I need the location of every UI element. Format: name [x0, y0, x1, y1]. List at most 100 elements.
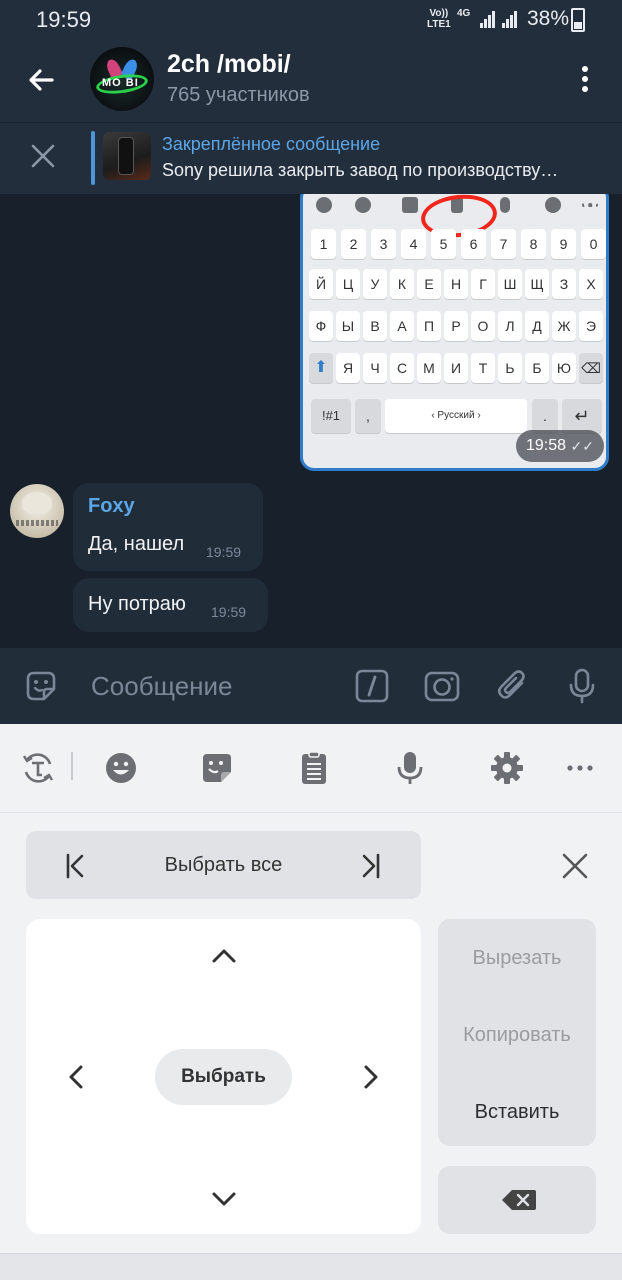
mini-letter-key: Х	[579, 269, 603, 299]
divider	[71, 752, 73, 780]
signal-strength-icon	[480, 10, 496, 28]
gear-icon	[491, 752, 523, 784]
clipboard-actions: Вырезать Копировать Вставить	[438, 919, 596, 1146]
mini-letter-key: Б	[525, 353, 549, 383]
camera-button[interactable]	[423, 667, 461, 705]
pinned-message-bar[interactable]: Закреплённое сообщение Sony решила закры…	[0, 122, 622, 194]
message-bubble[interactable]: Ну потраю 19:59	[73, 578, 268, 632]
paste-button[interactable]: Вставить	[438, 1101, 596, 1124]
mini-letter-key: А	[390, 311, 414, 341]
microphone-icon	[569, 668, 595, 704]
mini-space-key: ‹ Русский ›	[385, 399, 527, 433]
emoji-button[interactable]	[103, 750, 139, 786]
cursor-right-button[interactable]	[356, 1062, 386, 1092]
mini-letter-key: П	[417, 311, 441, 341]
chevron-left-icon	[69, 1065, 83, 1089]
bot-commands-button[interactable]	[353, 667, 391, 705]
member-count: 765 участников	[167, 84, 310, 106]
attach-button[interactable]	[494, 667, 532, 705]
cursor-up-button[interactable]	[209, 941, 239, 971]
paperclip-icon	[497, 670, 525, 699]
mini-comma-key: ,	[355, 399, 381, 433]
close-edit-panel-button[interactable]	[560, 851, 590, 881]
mini-letter-key: Т	[471, 353, 495, 383]
clipboard-icon	[302, 751, 326, 784]
mini-letter-key: Й	[309, 269, 333, 299]
message-composer: Сообщение	[0, 648, 622, 724]
mini-backspace-key: ⌫	[579, 353, 603, 383]
mini-letter-key: Ы	[336, 311, 360, 341]
signal-strength-icon	[502, 10, 518, 28]
select-all-bar: Выбрать все	[26, 831, 421, 899]
more-icon	[567, 765, 593, 771]
mini-letter-key: У	[363, 269, 387, 299]
cursor-to-end-button[interactable]	[358, 851, 382, 881]
mini-letter-key: И	[444, 353, 468, 383]
translate-button[interactable]	[20, 750, 56, 786]
mini-digit-key: 2	[341, 229, 366, 259]
mini-letter-key: Д	[525, 311, 549, 341]
image-timestamp: 19:58 ✓✓	[516, 430, 604, 462]
sticker-button[interactable]	[22, 667, 60, 705]
message-time: 19:59	[211, 604, 247, 620]
mini-letter-key: Г	[471, 269, 495, 299]
cut-button[interactable]: Вырезать	[438, 947, 596, 970]
keyboard-more-button[interactable]	[562, 750, 598, 786]
chevron-right-icon	[364, 1065, 378, 1089]
mini-symbols-key: !#1	[311, 399, 351, 433]
message-sender[interactable]: Foxy	[88, 495, 135, 518]
translate-icon	[316, 197, 332, 213]
jump-to-end-icon	[362, 853, 380, 879]
chat-title[interactable]: 2ch /mobi/	[167, 50, 291, 79]
mini-letter-key: Ю	[552, 353, 576, 383]
delete-button[interactable]	[438, 1166, 596, 1234]
message-text: Ну потраю	[88, 593, 186, 615]
emoji-icon	[106, 753, 136, 783]
sticker-icon	[203, 754, 231, 782]
microphone-icon	[500, 197, 510, 213]
mini-enter-key: ↵	[562, 399, 602, 433]
message-input[interactable]: Сообщение	[91, 671, 233, 702]
cursor-down-button[interactable]	[209, 1184, 239, 1214]
message-bubble[interactable]: Foxy Да, нашел 19:59	[73, 483, 263, 571]
back-button[interactable]	[22, 60, 62, 100]
keyboard-toolbar	[0, 724, 622, 813]
more-menu-button[interactable]	[574, 62, 596, 102]
translate-icon	[22, 753, 54, 783]
mini-letter-key: Я	[336, 353, 360, 383]
group-avatar[interactable]: MO BI	[90, 47, 154, 111]
mini-letter-key: К	[390, 269, 414, 299]
voice-input-button[interactable]	[392, 750, 428, 786]
mini-letter-key: Ч	[363, 353, 387, 383]
mini-letter-key: М	[417, 353, 441, 383]
mini-letter-key: О	[471, 311, 495, 341]
network-type: 4G	[457, 8, 471, 19]
emoji-icon	[355, 197, 371, 213]
status-time: 19:59	[36, 7, 92, 32]
pinned-thumbnail	[103, 132, 151, 180]
copy-button[interactable]: Копировать	[438, 1024, 596, 1047]
pinned-accent-line	[91, 131, 95, 185]
clipboard-button[interactable]	[296, 750, 332, 786]
sticker-icon	[26, 671, 56, 701]
voice-button[interactable]	[563, 667, 601, 705]
backspace-icon	[502, 1190, 536, 1210]
mini-letter-key: Л	[498, 311, 522, 341]
mini-letter-key: Ф	[309, 311, 333, 341]
mini-digit-key: 1	[311, 229, 336, 259]
mini-letter-key: Ш	[498, 269, 522, 299]
mini-letter-key: Ж	[552, 311, 576, 341]
close-pinned-button[interactable]	[28, 141, 58, 171]
mini-letter-key: Р	[444, 311, 468, 341]
message-time: 19:59	[206, 544, 242, 560]
sticker-button[interactable]	[199, 750, 235, 786]
foxy-avatar[interactable]	[10, 484, 64, 538]
cursor-left-button[interactable]	[61, 1062, 91, 1092]
text-editing-panel: Выбрать все Выбрать Вырезать Копировать …	[0, 813, 622, 1280]
mini-letter-key: Е	[417, 269, 441, 299]
chat-header: MO BI 2ch /mobi/ 765 участников	[0, 40, 622, 122]
mini-letter-key: Э	[579, 311, 603, 341]
keyboard-settings-button[interactable]	[489, 750, 525, 786]
chevron-up-icon	[212, 949, 236, 963]
select-button[interactable]: Выбрать	[155, 1049, 292, 1105]
